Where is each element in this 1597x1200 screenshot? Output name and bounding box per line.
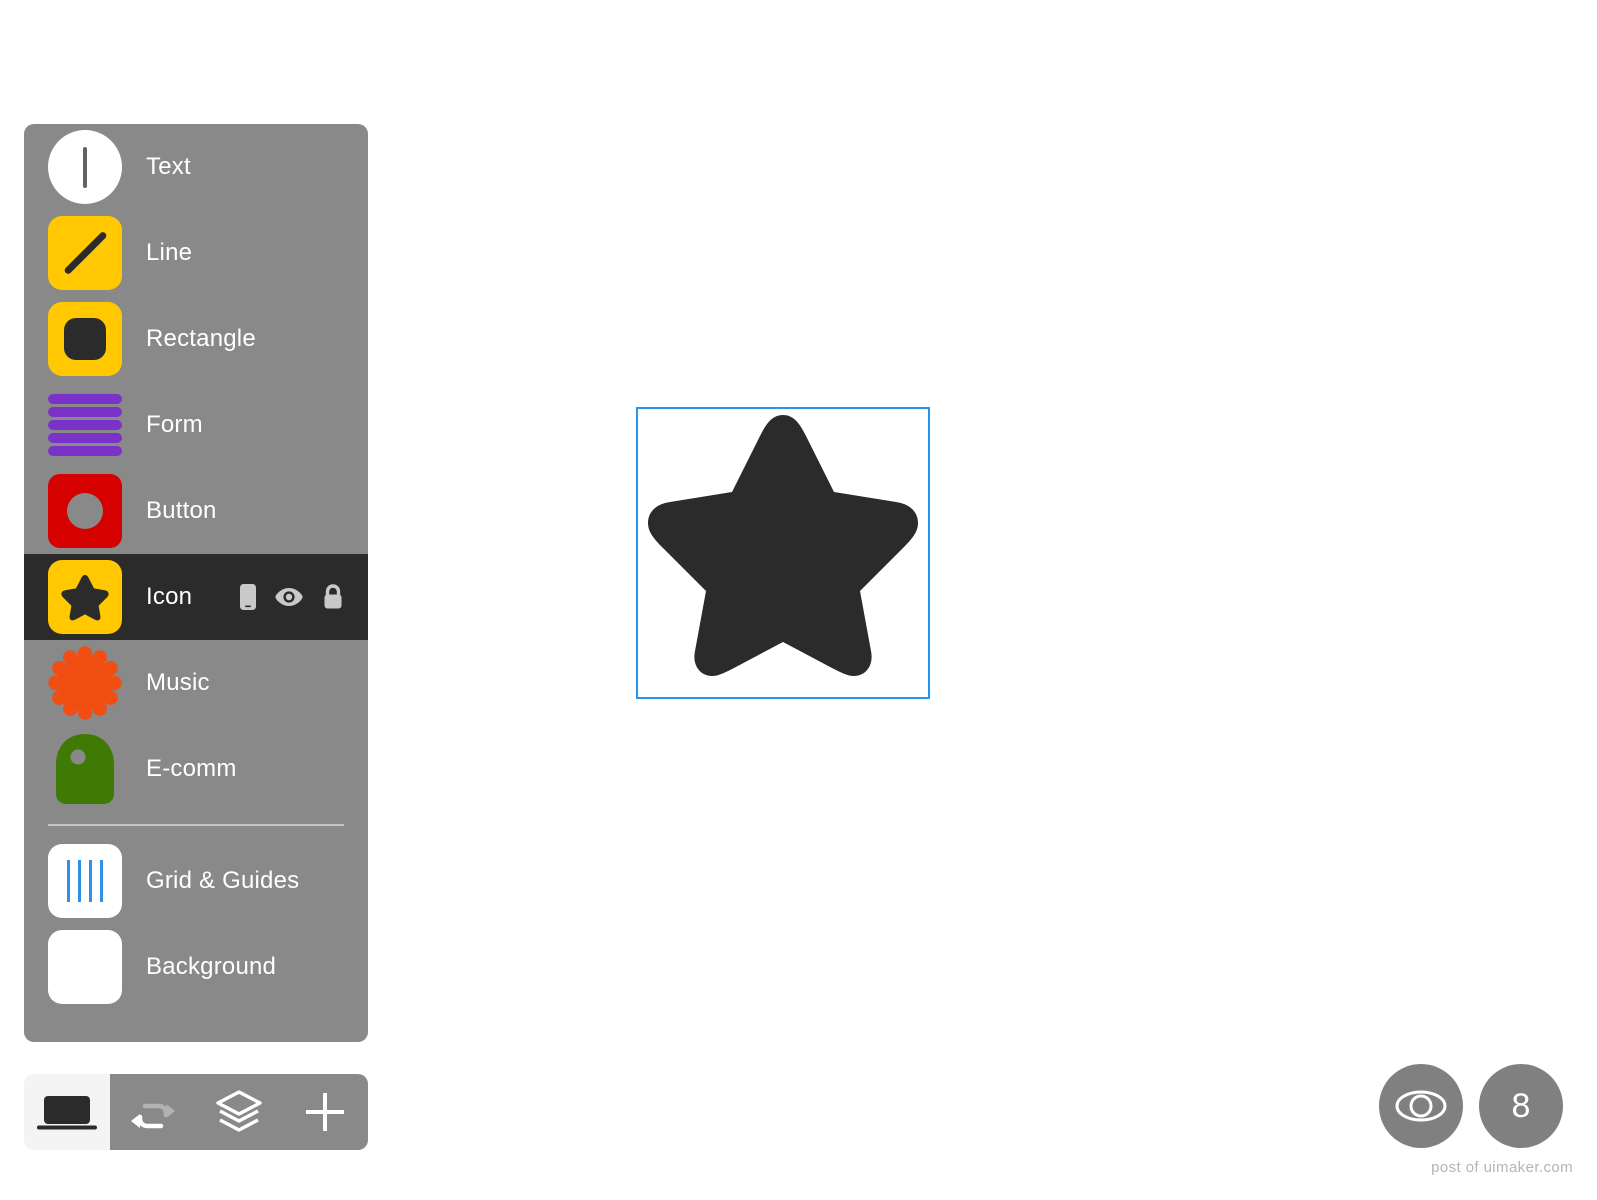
tool-row-button[interactable]: Button — [24, 468, 368, 554]
tool-row-line[interactable]: Line — [24, 210, 368, 296]
tag-glyph — [56, 734, 114, 804]
tool-thumb-text — [48, 130, 122, 204]
shopping-tag-icon — [48, 732, 122, 806]
row-actions — [240, 584, 344, 610]
laptop-icon — [37, 1096, 97, 1130]
tool-label-rectangle: Rectangle — [146, 325, 256, 352]
form-icon — [48, 388, 122, 462]
add-button[interactable] — [282, 1074, 368, 1150]
grid-guides-icon — [48, 844, 122, 918]
tool-thumb-icon — [48, 560, 122, 634]
tool-row-rectangle[interactable]: Rectangle — [24, 296, 368, 382]
tool-row-grid-guides[interactable]: Grid & Guides — [24, 838, 368, 924]
lock-icon[interactable] — [322, 584, 344, 610]
tool-thumb-rectangle — [48, 302, 122, 376]
tool-label-grid-guides: Grid & Guides — [146, 867, 300, 894]
tool-label-ecomm: E-comm — [146, 755, 237, 782]
tool-panel: Text Line Rectangle Form Button Icon Mus… — [24, 124, 368, 1042]
tool-label-text: Text — [146, 153, 191, 180]
device-preview-button[interactable] — [24, 1074, 110, 1150]
tool-row-background[interactable]: Background — [24, 924, 368, 1010]
layers-icon — [216, 1090, 262, 1132]
tool-row-icon[interactable]: Icon — [24, 554, 368, 640]
tool-thumb-background — [48, 930, 122, 1004]
tool-label-form: Form — [146, 411, 203, 438]
bottom-toolbar-actions — [110, 1074, 368, 1150]
tool-row-text[interactable]: Text — [24, 124, 368, 210]
bottom-toolbar — [24, 1074, 368, 1150]
star-glyph — [61, 575, 109, 621]
star-icon — [48, 560, 122, 634]
background-swatch-icon — [48, 930, 122, 1004]
tool-thumb-form — [48, 388, 122, 462]
tool-label-music: Music — [146, 669, 210, 696]
tool-thumb-music — [48, 646, 122, 720]
tool-thumb-button — [48, 474, 122, 548]
eye-icon — [1395, 1090, 1447, 1122]
music-burst-icon — [48, 646, 122, 720]
eye-icon[interactable] — [274, 586, 304, 608]
button-icon — [48, 474, 122, 548]
device-icon[interactable] — [240, 584, 256, 610]
tool-thumb-ecomm — [48, 732, 122, 806]
tool-label-button: Button — [146, 497, 217, 524]
preview-controls: 8 — [1379, 1064, 1563, 1148]
line-icon — [48, 216, 122, 290]
tool-label-line: Line — [146, 239, 193, 266]
tool-label-icon: Icon — [146, 583, 193, 610]
watermark: post of uimaker.com — [1431, 1159, 1573, 1176]
panel-divider — [24, 812, 368, 838]
tool-row-form[interactable]: Form — [24, 382, 368, 468]
rectangle-icon — [48, 302, 122, 376]
tool-thumb-grid-guides — [48, 844, 122, 918]
text-cursor-icon — [48, 130, 122, 204]
plus-icon — [306, 1093, 344, 1131]
burst-glyph — [48, 646, 122, 720]
count-badge[interactable]: 8 — [1479, 1064, 1563, 1148]
undo-redo-button[interactable] — [110, 1074, 196, 1150]
preview-eye-button[interactable] — [1379, 1064, 1463, 1148]
tool-label-background: Background — [146, 953, 277, 980]
tool-row-music[interactable]: Music — [24, 640, 368, 726]
canvas-selection-box[interactable] — [636, 407, 930, 699]
layers-button[interactable] — [196, 1074, 282, 1150]
tool-row-ecomm[interactable]: E-comm — [24, 726, 368, 812]
tool-thumb-line — [48, 216, 122, 290]
undo-redo-icon — [131, 1103, 175, 1129]
canvas-star-shape[interactable] — [637, 407, 929, 699]
